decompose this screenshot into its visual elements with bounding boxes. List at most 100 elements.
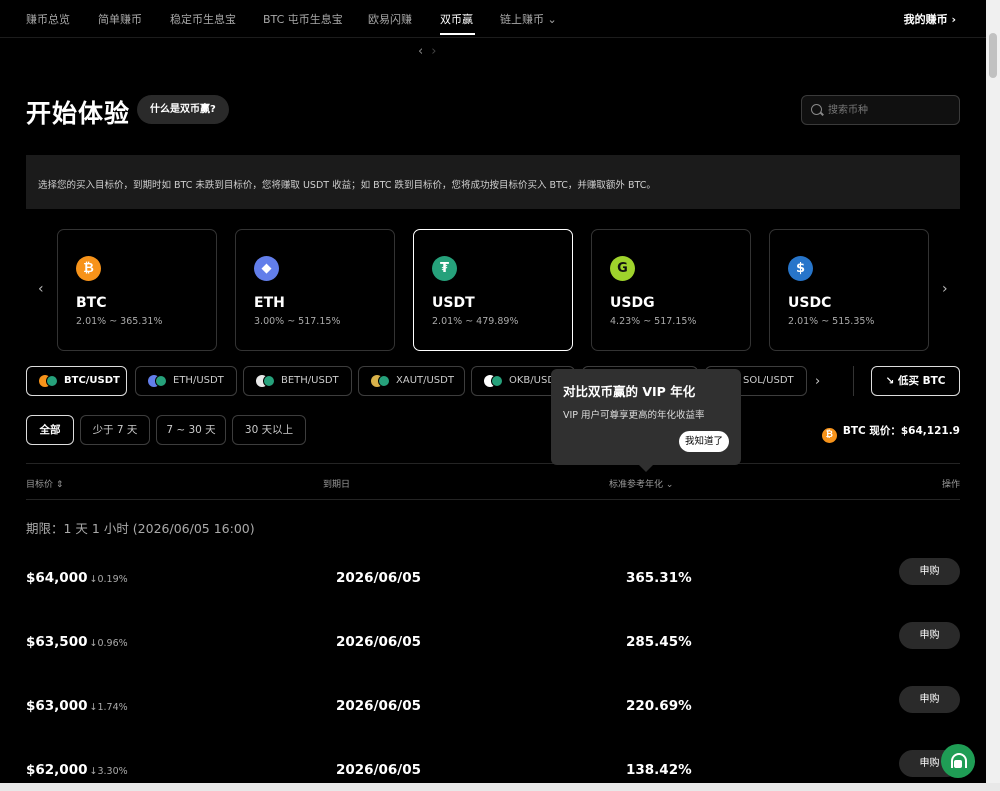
coin-name: USDG bbox=[610, 295, 655, 311]
nav-dual-invest[interactable]: 双币赢 bbox=[440, 11, 473, 27]
period-all[interactable]: 全部 bbox=[26, 415, 74, 445]
pair-chip-eth-usdt[interactable]: ETH/USDT bbox=[135, 366, 237, 396]
pair-chip-btc-usdt[interactable]: BTC/USDT bbox=[26, 366, 127, 396]
vip-apy-tooltip: 对比双币赢的 VIP 年化 VIP 用户可尊享更高的年化收益率 我知道了 bbox=[551, 369, 741, 472]
beth-usdt-icon bbox=[256, 375, 276, 387]
coin-apy-range: 2.01% ~ 479.89% bbox=[432, 316, 519, 327]
term-label: 期限：1 天 1 小时 (2026/06/05 16:00) bbox=[26, 521, 255, 536]
coin-apy-range: 3.00% ~ 517.15% bbox=[254, 316, 341, 327]
what-is-dual-invest-button[interactable]: 什么是双币赢? bbox=[137, 95, 229, 124]
search-box[interactable] bbox=[801, 95, 960, 125]
nav-stablecoin-yield[interactable]: 稳定币生息宝 bbox=[170, 11, 236, 27]
price-diff: ↓3.30% bbox=[89, 766, 128, 777]
search-input[interactable] bbox=[828, 96, 953, 124]
top-nav: 赚币总览 简单赚币 稳定币生息宝 BTC 屯币生息宝 欧易闪赚 双币赢 链上赚币… bbox=[0, 0, 986, 38]
os-taskbar bbox=[0, 783, 1000, 791]
coin-name: ETH bbox=[254, 295, 285, 311]
expiry-date: 2026/06/05 bbox=[336, 570, 422, 586]
nav-onchain-earn[interactable]: 链上赚币 ⌄ bbox=[500, 11, 557, 27]
col-apy[interactable]: 标准参考年化 ⌄ bbox=[609, 477, 673, 490]
active-tab-indicator bbox=[440, 33, 475, 35]
pair-label: ETH/USDT bbox=[173, 375, 224, 386]
expiry-date: 2026/06/05 bbox=[336, 762, 422, 778]
price-diff: ↓0.19% bbox=[89, 574, 128, 585]
tooltip-title: 对比双币赢的 VIP 年化 bbox=[563, 384, 696, 399]
usdc-icon: $ bbox=[788, 256, 813, 281]
btc-usdt-icon bbox=[39, 375, 59, 387]
period-7-30[interactable]: 7 ~ 30 天 bbox=[156, 415, 226, 445]
pair-chip-xaut-usdt[interactable]: XAUT/USDT bbox=[358, 366, 465, 396]
nav-simple-earn[interactable]: 简单赚币 bbox=[98, 11, 142, 27]
price-diff: ↓0.96% bbox=[89, 638, 128, 649]
usdg-icon: G bbox=[610, 256, 635, 281]
coin-card-btc[interactable]: ₿ BTC 2.01% ~ 365.31% bbox=[57, 229, 217, 351]
col-action: 操作 bbox=[941, 480, 960, 490]
info-banner: 选择您的买入目标价，到期时如 BTC 未跌到目标价，您将赚取 USDT 收益；如… bbox=[26, 155, 960, 209]
coin-name: USDT bbox=[432, 295, 475, 311]
nav-pager: ‹› bbox=[418, 44, 444, 59]
carousel-prev-icon[interactable]: ‹ bbox=[38, 281, 44, 297]
btc-icon: ₿ bbox=[821, 428, 837, 443]
carousel-next-icon[interactable]: › bbox=[942, 281, 948, 297]
search-icon bbox=[811, 104, 822, 115]
tooltip-body: VIP 用户可尊享更高的年化收益率 bbox=[563, 410, 705, 421]
xaut-usdt-icon bbox=[371, 375, 391, 387]
okb-usdt-icon bbox=[484, 375, 504, 387]
col-target-price[interactable]: 目标价 ⇕ bbox=[26, 477, 63, 490]
coin-apy-range: 2.01% ~ 515.35% bbox=[788, 316, 875, 327]
eth-icon: ◆ bbox=[254, 256, 279, 281]
table-row: $63,500 ↓0.96% 2026/06/05 285.45% 申购 bbox=[26, 622, 960, 662]
usdt-icon: ₮ bbox=[432, 256, 457, 281]
customer-support-icon[interactable] bbox=[941, 744, 975, 778]
coin-card-usdt[interactable]: ₮ USDT 2.01% ~ 479.89% bbox=[413, 229, 573, 351]
pair-label: SOL/USDT bbox=[743, 375, 794, 386]
apy-value: 138.42% bbox=[626, 762, 692, 778]
tooltip-dismiss-button[interactable]: 我知道了 bbox=[678, 431, 729, 452]
btc-icon: ₿ bbox=[76, 256, 101, 281]
expiry-date: 2026/06/05 bbox=[336, 634, 422, 650]
subscribe-button[interactable]: 申购 bbox=[899, 558, 960, 585]
price-diff: ↓1.74% bbox=[89, 702, 128, 713]
target-price: $64,000 ↓0.19% bbox=[26, 570, 128, 586]
coin-name: USDC bbox=[788, 295, 832, 311]
coin-card-usdc[interactable]: $ USDC 2.01% ~ 515.35% bbox=[769, 229, 929, 351]
apy-value: 285.45% bbox=[626, 634, 692, 650]
nav-btc-yield[interactable]: BTC 屯币生息宝 bbox=[263, 11, 343, 27]
coin-name: BTC bbox=[76, 295, 107, 311]
pair-chip-beth-usdt[interactable]: BETH/USDT bbox=[243, 366, 352, 396]
target-price: $63,000 ↓1.74% bbox=[26, 698, 128, 714]
subscribe-button[interactable]: 申购 bbox=[899, 622, 960, 649]
table-row: $64,000 ↓0.19% 2026/06/05 365.31% 申购 bbox=[26, 558, 960, 598]
nav-earn-overview[interactable]: 赚币总览 bbox=[26, 11, 70, 27]
pair-label: BETH/USDT bbox=[281, 375, 339, 386]
apy-value: 365.31% bbox=[626, 570, 692, 586]
nav-flash-earn[interactable]: 欧易闪赚 bbox=[368, 11, 412, 27]
coin-apy-range: 2.01% ~ 365.31% bbox=[76, 316, 163, 327]
pair-label: XAUT/USDT bbox=[396, 375, 454, 386]
pair-label: BTC/USDT bbox=[64, 375, 120, 386]
target-price: $62,000 ↓3.30% bbox=[26, 762, 128, 778]
expiry-date: 2026/06/05 bbox=[336, 698, 422, 714]
subscribe-button[interactable]: 申购 bbox=[899, 686, 960, 713]
period-over-30[interactable]: 30 天以上 bbox=[232, 415, 306, 445]
low-buy-btc-button[interactable]: ↘ 低买 BTC bbox=[871, 366, 960, 396]
coin-card-usdg[interactable]: G USDG 4.23% ~ 517.15% bbox=[591, 229, 751, 351]
scrollbar-thumb[interactable] bbox=[989, 33, 997, 78]
apy-value: 220.69% bbox=[626, 698, 692, 714]
coin-card-eth[interactable]: ◆ ETH 3.00% ~ 517.15% bbox=[235, 229, 395, 351]
target-price: $63,500 ↓0.96% bbox=[26, 634, 128, 650]
coin-apy-range: 4.23% ~ 517.15% bbox=[610, 316, 697, 327]
pair-next-icon[interactable]: › bbox=[815, 374, 820, 389]
eth-usdt-icon bbox=[148, 375, 168, 387]
scrollbar[interactable] bbox=[986, 0, 1000, 783]
my-earn-link[interactable]: 我的赚币 › bbox=[904, 11, 956, 27]
col-expiry: 到期日 bbox=[323, 480, 351, 490]
period-under-7[interactable]: 少于 7 天 bbox=[80, 415, 150, 445]
btc-price-text: BTC 现价：$64,121.9 bbox=[842, 425, 960, 437]
page-title: 开始体验 bbox=[26, 99, 131, 128]
divider bbox=[853, 366, 854, 396]
chevron-left-icon[interactable]: ‹ bbox=[418, 44, 431, 59]
table-row: $63,000 ↓1.74% 2026/06/05 220.69% 申购 bbox=[26, 686, 960, 726]
chevron-right-icon[interactable]: › bbox=[431, 44, 444, 59]
table-header: 目标价 ⇕ 到期日 标准参考年化 ⌄ 操作 bbox=[26, 463, 960, 500]
